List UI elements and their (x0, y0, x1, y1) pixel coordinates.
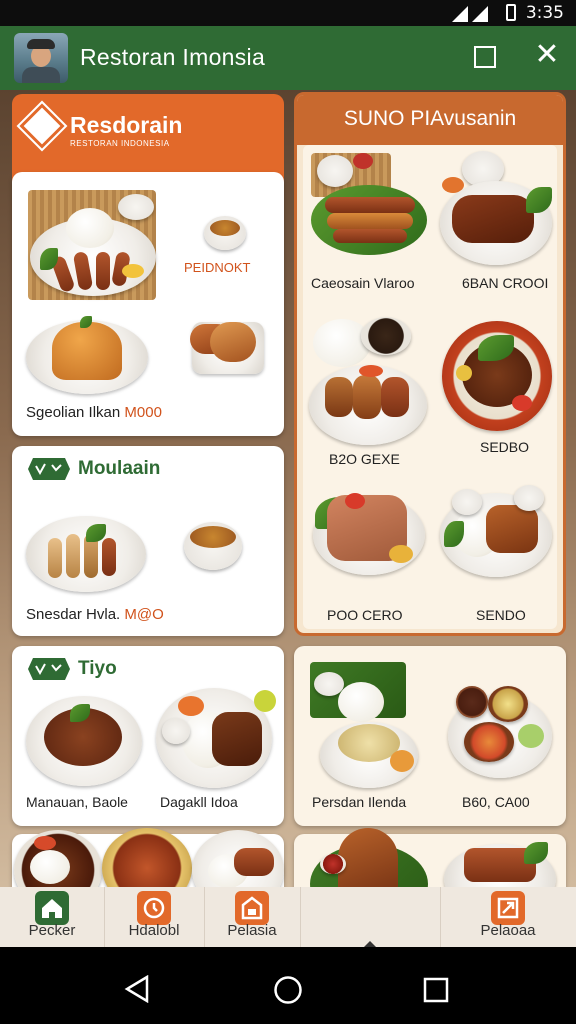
dish-caption: Persdan Ilenda (312, 794, 407, 810)
dish-caption: Manauan, Baole (26, 794, 128, 810)
food-badge-icon (28, 458, 70, 480)
bottom-nav: Pecker Hdalobl Pelasia Pelaoaa (0, 887, 576, 947)
nav-item-center[interactable] (300, 887, 440, 947)
nav-item-hdalobl[interactable]: Hdalobl (104, 887, 204, 947)
food-badge-icon (28, 658, 70, 680)
battery-icon (506, 4, 516, 21)
panel-item-label: SEDBO (480, 439, 530, 455)
nav-label: Pecker (28, 922, 76, 939)
panel-item-label: Caeosain Vlaroo (311, 275, 415, 291)
panel-item[interactable]: B2O GEXE (303, 305, 430, 471)
app-title: Restoran Imonsia (80, 44, 266, 70)
clock-icon (137, 891, 171, 925)
caret-up-icon (364, 941, 376, 947)
food-image-side-bowl (118, 194, 154, 220)
panel-item[interactable]: Caeosain Vlaroo (303, 145, 430, 305)
home-icon (35, 891, 69, 925)
panel-item[interactable]: SEDBO (430, 305, 557, 471)
menu-card-tiyo[interactable]: Tiyo Manauan, Baole Dagakll Idoa (12, 646, 284, 826)
avatar[interactable] (14, 33, 68, 83)
panel-title: SUNO PIAvusanin (343, 107, 517, 130)
nav-label: Hdalobl (128, 922, 180, 939)
signal-icon (452, 6, 488, 22)
panel-item[interactable]: 6BAN CROOI (430, 145, 557, 305)
restaurant-title: Resdorain (70, 112, 183, 138)
status-bar: 3:35 (0, 0, 576, 26)
maximize-button[interactable] (474, 46, 496, 68)
app-bar: Restoran Imonsia ✕ (0, 26, 576, 90)
panel-item-label: 6BAN CROOI (462, 275, 549, 291)
menu-card-one[interactable]: PEIDNOKT Sgeolian Ilkan M000 (12, 172, 284, 436)
home-circle-icon[interactable] (273, 975, 303, 1005)
menu-card-moulaain[interactable]: Moulaain Snesdar Hvla. M@O (12, 446, 284, 636)
content-area: Resdorain RESTORAN INDONESIA PEIDNOKT Sg… (0, 90, 576, 947)
featured-menu-panel: SUNO PIAvusanin Caeosain Vlaroo 6BAN CRO… (294, 92, 566, 636)
dish-tag: PEIDNOKT (184, 260, 251, 275)
panel-item-label: POO CERO (327, 607, 403, 623)
panel-item-label: B2O GEXE (329, 451, 400, 467)
status-time: 3:35 (525, 3, 564, 23)
dish-caption: B60, CA00 (462, 794, 530, 810)
section-title: Moulaain (78, 458, 161, 479)
dish-price: M000 (124, 404, 162, 421)
system-nav-bar (0, 947, 576, 1024)
back-icon[interactable] (124, 975, 150, 1003)
panel-grid: Caeosain Vlaroo 6BAN CROOI B2O GEXE SEDB… (303, 145, 557, 629)
panel-item[interactable]: POO CERO (303, 471, 430, 629)
nav-item-pecker[interactable]: Pecker (0, 887, 104, 947)
nav-label: Pelasia (227, 922, 277, 939)
restaurant-logo-icon (16, 100, 68, 152)
panel-item[interactable]: SENDO (430, 471, 557, 629)
close-button[interactable]: ✕ (534, 40, 560, 70)
dish-price: M@O (124, 606, 164, 623)
menu-card-lower-right[interactable]: Persdan Ilenda B60, CA00 (294, 646, 566, 826)
restaurant-header-card[interactable]: Resdorain RESTORAN INDONESIA (12, 94, 284, 184)
section-title: Tiyo (78, 658, 117, 679)
panel-item-label: SENDO (476, 607, 526, 623)
dish-caption: Sgeolian Ilkan M000 (26, 404, 162, 421)
recents-icon[interactable] (423, 977, 449, 1003)
restaurant-subtitle: RESTORAN INDONESIA (70, 139, 170, 148)
nav-label: Pelaoaa (480, 922, 536, 939)
panel-header: SUNO PIAvusanin (297, 95, 563, 145)
nav-item-pelasia[interactable]: Pelasia (204, 887, 300, 947)
dish-caption: Dagakll Idoa (160, 794, 238, 810)
store-icon (235, 891, 269, 925)
dish-caption: Snesdar Hvla. M@O (26, 606, 164, 623)
nav-item-pelaoaa[interactable]: Pelaoaa (440, 887, 576, 947)
export-icon (491, 891, 525, 925)
